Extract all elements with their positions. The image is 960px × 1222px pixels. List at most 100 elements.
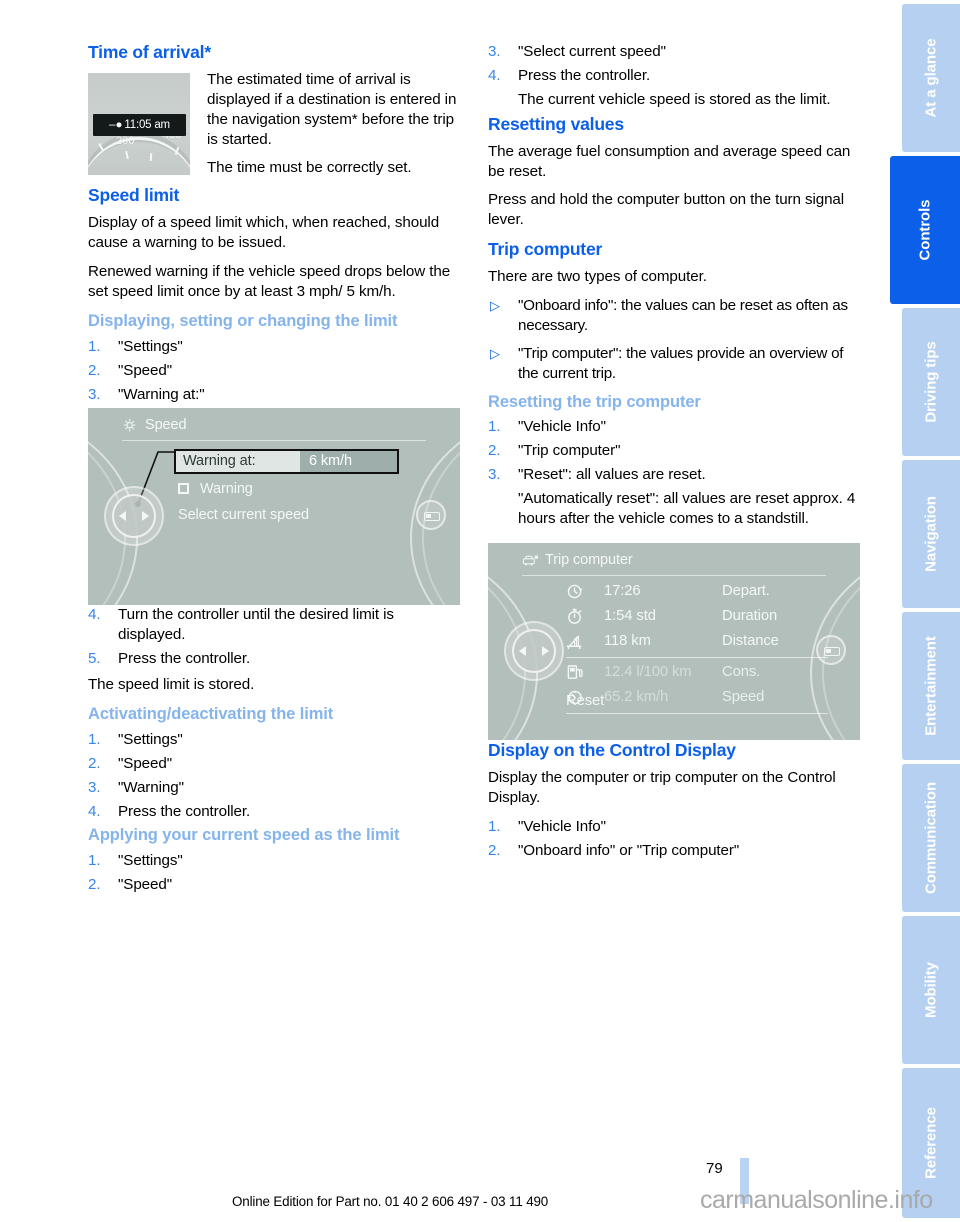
sidebar-item-controls[interactable]: Controls	[890, 156, 960, 304]
footer-edition-note: Online Edition for Part no. 01 40 2 606 …	[232, 1194, 549, 1209]
cell-value: 17:26	[604, 583, 641, 600]
heading-resetting-values: Resetting values	[488, 113, 624, 134]
heading-speed-limit: Speed limit	[88, 185, 180, 206]
sidebar-item-at-a-glance[interactable]: At a glance	[902, 4, 960, 152]
warning-at-row[interactable]: Warning at: 6 km/h	[174, 449, 399, 475]
display-icon	[424, 512, 440, 522]
triangle-bullet-icon: ▷	[490, 298, 500, 313]
substep-text: The current vehicle speed is stored as t…	[518, 90, 831, 108]
table-row: 12.4 l/100 km Cons.	[566, 660, 828, 685]
sidebar-item-mobility[interactable]: Mobility	[902, 916, 960, 1064]
tab-label: Entertainment	[922, 636, 940, 736]
step-number: 5.	[88, 650, 101, 668]
arrival-time-value: 11:05 am	[124, 118, 170, 131]
cell-label: Speed	[722, 689, 765, 706]
warning-checkbox-label: Warning	[200, 481, 253, 498]
divider	[566, 712, 828, 714]
step-text: "Speed"	[118, 754, 172, 772]
step-text: "Warning at:"	[118, 385, 205, 403]
reset-menu-item[interactable]: Reset	[566, 693, 604, 709]
step-number: 1.	[88, 852, 101, 870]
vehicle-info-icon	[522, 555, 538, 566]
select-current-speed-row[interactable]: Select current speed	[178, 507, 309, 523]
heading-activating-deactivating: Activating/deactivating the limit	[88, 705, 334, 724]
page-number: 79	[706, 1160, 723, 1177]
step-number: 1.	[488, 418, 501, 436]
step-text: "Onboard info" or "Trip computer"	[518, 841, 740, 859]
step-number: 1.	[88, 730, 101, 748]
cell-value: 1:54 std	[604, 608, 656, 625]
steps-applying-current-speed-continued: 3. "Select current speed" 4. Press the con…	[488, 42, 860, 86]
bullet-text: "Onboard info": the values can be reset …	[518, 297, 848, 334]
step-text: Press the controller.	[118, 802, 251, 820]
list-item: 1. "Settings"	[88, 851, 460, 871]
list-item: 4. Press the controller.	[88, 802, 460, 822]
tab-label: Navigation	[922, 496, 940, 572]
step-number: 4.	[88, 606, 101, 624]
tab-label: At a glance	[922, 38, 940, 118]
list-item: 3. "Reset": all values are reset.	[488, 465, 860, 485]
steps-displaying-setting-continued: 4. Turn the controller until the desired …	[88, 605, 460, 669]
step-text: "Vehicle Info"	[518, 418, 606, 436]
sidebar-item-navigation[interactable]: Navigation	[902, 460, 960, 608]
tab-label: Driving tips	[922, 341, 940, 423]
step-text: "Speed"	[118, 876, 172, 894]
arrow-right-icon	[542, 645, 549, 656]
tab-label: Reference	[922, 1107, 940, 1179]
display-icon	[824, 646, 840, 656]
step-number: 3.	[88, 778, 101, 796]
idrive-controller-knob[interactable]	[104, 486, 164, 547]
list-item: 3. "Warning at:"	[88, 385, 460, 405]
list-item: 1. "Settings"	[88, 730, 460, 750]
step-number: 2.	[88, 361, 101, 379]
heading-display-on-control-display: Display on the Control Display	[488, 739, 736, 760]
left-column: Time of arrival* 200 400 –●11:05 am The …	[88, 42, 460, 899]
tab-label: Communication	[922, 781, 940, 895]
bullet-text: "Trip computer": the values provide an o…	[518, 344, 844, 382]
sidebar-item-driving-tips[interactable]: Driving tips	[902, 308, 960, 456]
step-text: "Speed"	[118, 361, 172, 379]
list-item: 1. "Vehicle Info"	[488, 417, 860, 437]
step-number: 1.	[488, 817, 501, 835]
warning-checkbox-row[interactable]: Warning	[178, 481, 253, 497]
step-number: 2.	[488, 841, 501, 859]
list-item: 2. "Speed"	[88, 875, 460, 895]
table-row: 65.2 km/h Speed	[566, 685, 828, 710]
heading-displaying-setting-changing: Displaying, setting or changing the limi…	[88, 311, 398, 330]
trip-computer-rows: 17:26 Depart. 1:54 std Duration 118 km D…	[566, 579, 828, 716]
paragraph: The average fuel consumption and average…	[488, 142, 851, 180]
steps-applying-current-speed: 1. "Settings" 2. "Speed"	[88, 851, 460, 895]
paragraph: Display of a speed limit which, when rea…	[88, 214, 440, 252]
list-item: 1. "Vehicle Info"	[488, 817, 860, 837]
list-item: 3. "Select current speed"	[488, 42, 860, 62]
step-number: 3.	[488, 466, 501, 484]
time-of-arrival-block: 200 400 –●11:05 am The estimated time of…	[88, 70, 460, 186]
list-item: ▷ "Trip computer": the values provide an …	[488, 344, 860, 384]
heading-applying-current-speed: Applying your current speed as the limit	[88, 826, 400, 845]
step-number: 1.	[88, 337, 101, 355]
step-text: "Settings"	[118, 852, 183, 870]
display-toggle-button[interactable]	[816, 634, 846, 665]
sidebar-item-communication[interactable]: Communication	[902, 764, 960, 912]
steps-display-on-control-display: 1. "Vehicle Info" 2. "Onboard info" or "Tr…	[488, 817, 860, 861]
paragraph: There are two types of computer.	[488, 268, 707, 286]
step-text: "Select current speed"	[518, 43, 666, 60]
list-item: 4. Turn the controller until the desired …	[88, 605, 460, 645]
speed-settings-screen-figure: Speed Warning at: 6 km/h Warning Select …	[88, 408, 460, 606]
checkbox-icon[interactable]	[178, 483, 189, 495]
paragraph: Display the computer or trip computer on…	[488, 768, 836, 806]
stopwatch-icon	[566, 607, 604, 626]
list-item: 4. Press the controller.	[488, 66, 860, 86]
list-item: 2. "Speed"	[88, 361, 460, 381]
list-item: 2. "Trip computer"	[488, 441, 860, 461]
cell-value: 118 km	[604, 633, 651, 650]
list-item: 5. Press the controller.	[88, 649, 460, 669]
tick-label-200: 200	[116, 134, 135, 147]
idrive-controller-knob[interactable]	[504, 620, 564, 681]
step-text: Turn the controller until the desired li…	[118, 606, 394, 644]
tab-label: Mobility	[922, 962, 940, 1018]
screen-title: Speed	[145, 417, 187, 434]
paragraph: Renewed warning if the vehicle speed dro…	[88, 263, 451, 300]
time-of-arrival-figure: 200 400 –●11:05 am	[88, 72, 190, 175]
sidebar-item-entertainment[interactable]: Entertainment	[902, 612, 960, 760]
